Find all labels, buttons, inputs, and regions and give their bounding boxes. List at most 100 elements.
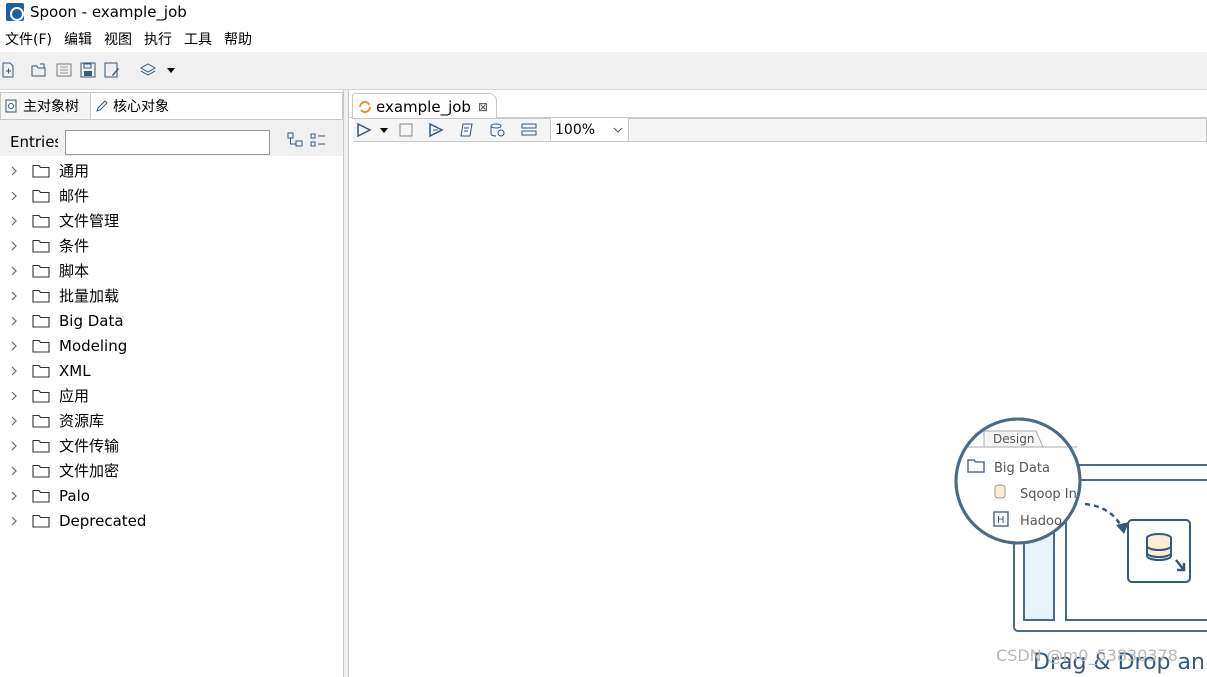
run-icon[interactable] — [356, 122, 372, 138]
chevron-right-icon[interactable] — [9, 491, 19, 501]
tree-item[interactable]: 文件传输 — [0, 433, 346, 458]
chevron-right-icon[interactable] — [9, 241, 19, 251]
tree-item[interactable]: 通用 — [0, 158, 346, 183]
folder-icon — [32, 189, 50, 203]
tree-item[interactable]: XML — [0, 358, 346, 383]
open-icon[interactable] — [31, 62, 47, 78]
tab-example-job[interactable]: example_job ⊠ — [352, 93, 497, 119]
chevron-right-icon[interactable] — [9, 316, 19, 326]
tree-item[interactable]: Big Data — [0, 308, 346, 333]
spoon-app-icon — [6, 3, 24, 21]
tree-item-label: Deprecated — [59, 511, 147, 530]
svg-text:H: H — [997, 515, 1005, 526]
db-inspect-icon[interactable] — [490, 122, 506, 138]
folder-icon — [32, 514, 50, 528]
entries-search-input[interactable] — [65, 130, 270, 155]
menu-run[interactable]: 执行 — [139, 29, 179, 49]
tree-item-label: 文件管理 — [59, 212, 120, 230]
tree-item[interactable]: 应用 — [0, 383, 346, 408]
hint-item-sqoop: Sqoop In — [1020, 487, 1077, 502]
zoom-value: 100% — [555, 121, 596, 138]
chevron-right-icon[interactable] — [9, 416, 19, 426]
tree-item-label: Palo — [59, 486, 90, 505]
zoom-select[interactable]: 100% — [550, 118, 629, 141]
stop-icon[interactable] — [398, 122, 414, 138]
tree-item-label: 通用 — [59, 162, 90, 180]
tree-item[interactable]: 文件加密 — [0, 458, 346, 483]
align-icon[interactable] — [521, 122, 537, 138]
chevron-right-icon[interactable] — [9, 216, 19, 226]
folder-icon — [32, 289, 50, 303]
run-dropdown-icon[interactable] — [378, 122, 390, 138]
chevron-right-icon[interactable] — [9, 291, 19, 301]
tree-item[interactable]: 脚本 — [0, 258, 346, 283]
left-tab-strip: 主对象树 核心对象 — [0, 92, 343, 120]
new-icon[interactable] — [0, 62, 16, 78]
tree-item-label: 条件 — [59, 237, 90, 255]
tree-item-label: XML — [59, 361, 91, 380]
canvas-toolbar — [353, 118, 1207, 142]
layers-dropdown-icon[interactable] — [166, 62, 176, 78]
tab-main-label: 主对象树 — [23, 99, 79, 115]
tab-example-job-label: example_job — [376, 97, 471, 116]
folder-icon — [32, 339, 50, 353]
tree-item-label: 文件加密 — [59, 462, 120, 480]
tab-main-object-tree[interactable]: 主对象树 — [1, 93, 91, 119]
chevron-right-icon[interactable] — [9, 341, 19, 351]
tree-item-label: Big Data — [59, 311, 124, 330]
save-as-icon[interactable] — [104, 62, 120, 78]
expand-all-icon[interactable] — [287, 132, 303, 148]
chevron-right-icon[interactable] — [9, 391, 19, 401]
save-icon[interactable] — [80, 62, 96, 78]
hint-item-hadoop: Hadoo — [1020, 514, 1062, 529]
tab-core-label: 核心对象 — [113, 99, 169, 115]
tree-item[interactable]: 条件 — [0, 233, 346, 258]
entries-label: Entries — [10, 133, 58, 151]
tree-item[interactable]: Palo — [0, 483, 346, 508]
collapse-all-icon[interactable] — [310, 132, 326, 148]
chevron-right-icon[interactable] — [9, 166, 19, 176]
menu-help[interactable]: 帮助 — [219, 29, 259, 49]
layers-icon[interactable] — [139, 62, 157, 78]
menu-tools[interactable]: 工具 — [179, 29, 219, 49]
main-toolbar — [0, 52, 1207, 90]
folder-icon — [32, 439, 50, 453]
tree-item-label: 资源库 — [59, 412, 105, 430]
tree-item[interactable]: 邮件 — [0, 183, 346, 208]
folder-icon — [32, 389, 50, 403]
core-objects-tree: 通用邮件文件管理条件脚本 批量加载 Big Data Modeling XML 应用资源库… — [0, 158, 346, 533]
tree-item-label: 文件传输 — [59, 437, 120, 455]
chevron-right-icon[interactable] — [9, 191, 19, 201]
chevron-right-icon[interactable] — [9, 466, 19, 476]
tree-item[interactable]: 文件管理 — [0, 208, 346, 233]
folder-icon — [32, 264, 50, 278]
menu-file[interactable]: 文件(F) — [0, 29, 59, 49]
window-title: Spoon - example_job — [30, 3, 187, 21]
folder-icon — [32, 414, 50, 428]
hint-folder-label: Big Data — [994, 461, 1050, 476]
hint-design-tab-label: Design — [993, 432, 1034, 446]
tree-item[interactable]: 批量加载 — [0, 283, 346, 308]
tree-item-label: Modeling — [59, 336, 128, 355]
menu-view[interactable]: 视图 — [99, 29, 139, 49]
tree-item[interactable]: Deprecated — [0, 508, 346, 533]
chevron-right-icon[interactable] — [9, 266, 19, 276]
script-icon[interactable] — [459, 122, 475, 138]
explore-icon[interactable] — [56, 62, 72, 78]
preview-icon[interactable] — [428, 122, 444, 138]
chevron-right-icon[interactable] — [9, 516, 19, 526]
tree-item[interactable]: 资源库 — [0, 408, 346, 433]
chevron-right-icon[interactable] — [9, 441, 19, 451]
search-icon — [5, 99, 17, 113]
folder-icon — [32, 364, 50, 378]
chevron-right-icon[interactable] — [9, 366, 19, 376]
chevron-down-icon — [613, 127, 623, 133]
job-canvas[interactable]: Design Big Data Sqoop In H Hadoo — [353, 142, 1207, 677]
tree-item[interactable]: Modeling — [0, 333, 346, 358]
folder-icon — [32, 314, 50, 328]
tree-item-label: 应用 — [59, 387, 90, 405]
close-icon[interactable]: ⊠ — [478, 100, 488, 114]
menu-edit[interactable]: 编辑 — [59, 29, 99, 49]
tab-core-objects[interactable]: 核心对象 — [91, 93, 203, 119]
watermark: CSDN @m0_53830378 — [996, 646, 1178, 665]
